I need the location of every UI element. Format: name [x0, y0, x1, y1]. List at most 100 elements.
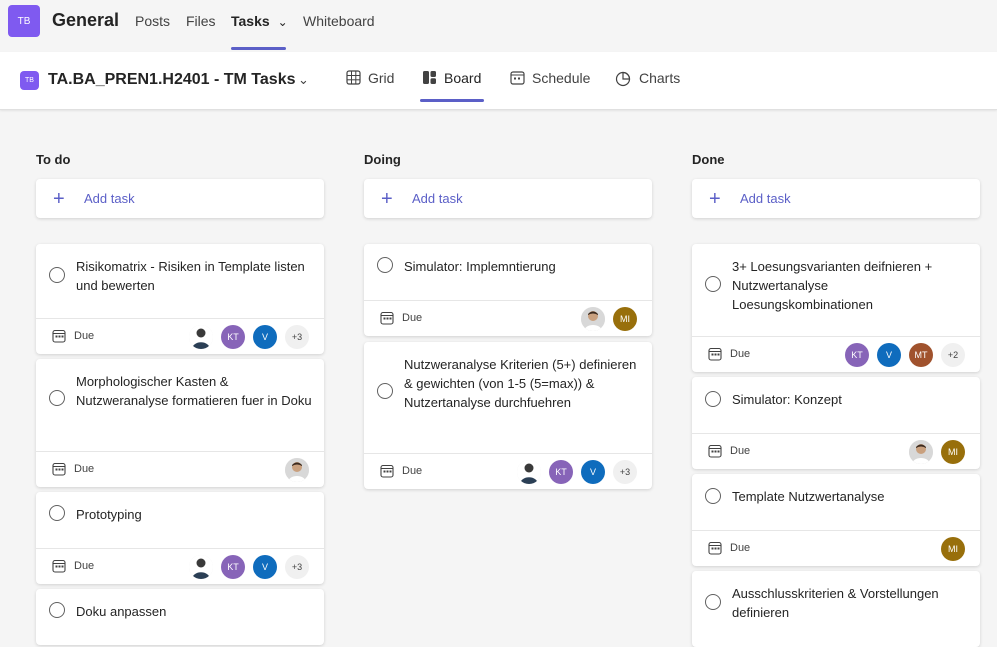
task-card[interactable]: Nutzweranalyse Kriterien (5+) definieren… — [364, 342, 652, 489]
add-task-button[interactable]: + Add task — [692, 179, 980, 218]
tab-tasks-label: Tasks — [231, 13, 270, 29]
task-card[interactable]: Simulator: Konzept Due MI — [692, 377, 980, 469]
tab-posts[interactable]: Posts — [135, 13, 170, 29]
more-assignees-badge[interactable]: +3 — [285, 325, 309, 349]
column-title-doing: Doing — [364, 152, 401, 167]
avatar[interactable]: MI — [613, 307, 637, 331]
due-label: Due — [74, 330, 95, 342]
chevron-down-icon: ⌄ — [277, 15, 288, 29]
avatar[interactable]: KT — [845, 343, 869, 367]
complete-task-checkbox[interactable] — [377, 383, 393, 399]
avatar[interactable]: KT — [221, 555, 245, 579]
avatar[interactable]: V — [253, 555, 277, 579]
column-title-done: Done — [692, 152, 725, 167]
tab-tasks[interactable]: Tasks ⌄ — [231, 13, 288, 29]
complete-task-checkbox[interactable] — [705, 594, 721, 610]
task-card[interactable]: Doku anpassen — [36, 589, 324, 645]
grid-icon — [346, 70, 361, 85]
team-avatar[interactable]: TB — [8, 5, 40, 37]
due-label: Due — [730, 348, 751, 360]
complete-task-checkbox[interactable] — [705, 488, 721, 504]
avatar[interactable] — [909, 440, 933, 464]
avatar[interactable]: MT — [909, 343, 933, 367]
avatar[interactable] — [581, 307, 605, 331]
calendar-icon — [708, 347, 722, 361]
avatar[interactable]: V — [581, 460, 605, 484]
complete-task-checkbox[interactable] — [49, 390, 65, 406]
view-tab-label: Charts — [639, 70, 681, 86]
add-task-button[interactable]: + Add task — [36, 179, 324, 218]
avatar[interactable] — [517, 460, 541, 484]
view-tab-charts[interactable]: Charts — [615, 70, 680, 102]
complete-task-checkbox[interactable] — [705, 391, 721, 407]
task-title: Morphologischer Kasten & Nutzweranalyse … — [76, 374, 312, 408]
plan-icon: TB — [20, 71, 39, 90]
due-label: Due — [402, 465, 423, 477]
tab-files[interactable]: Files — [186, 13, 216, 29]
add-task-label: Add task — [84, 191, 135, 206]
view-tab-grid[interactable]: Grid — [346, 70, 394, 102]
calendar-icon — [708, 444, 722, 458]
due-label: Due — [402, 312, 423, 324]
plus-icon: + — [381, 187, 393, 210]
complete-task-checkbox[interactable] — [49, 267, 65, 283]
task-title: Nutzweranalyse Kriterien (5+) definieren… — [404, 357, 637, 410]
due-label: Due — [74, 463, 95, 475]
tab-whiteboard[interactable]: Whiteboard — [303, 13, 375, 29]
plan-header: TB TA.BA_PREN1.H2401 - TM Tasks ⌄ Grid B… — [0, 52, 997, 110]
plan-title[interactable]: TA.BA_PREN1.H2401 - TM Tasks — [48, 71, 295, 89]
avatar[interactable]: V — [877, 343, 901, 367]
view-tab-label: Schedule — [532, 70, 591, 86]
due-label: Due — [74, 560, 95, 572]
complete-task-checkbox[interactable] — [705, 276, 721, 292]
task-footer: Due KT V +3 — [36, 318, 324, 354]
task-card[interactable]: Risikomatrix - Risiken in Template liste… — [36, 244, 324, 354]
complete-task-checkbox[interactable] — [377, 257, 393, 273]
view-tab-schedule[interactable]: Schedule — [510, 70, 590, 102]
avatar[interactable]: V — [253, 325, 277, 349]
task-card[interactable]: Ausschlusskriterien & Vorstellungen defi… — [692, 571, 980, 647]
avatar[interactable]: MI — [941, 537, 965, 561]
task-footer: Due MI — [364, 300, 652, 336]
task-title: Ausschlusskriterien & Vorstellungen defi… — [732, 586, 939, 620]
task-footer: Due — [36, 451, 324, 487]
plus-icon: + — [53, 187, 65, 210]
task-footer: Due KT V +3 — [36, 548, 324, 584]
avatar[interactable]: KT — [221, 325, 245, 349]
add-task-button[interactable]: + Add task — [364, 179, 652, 218]
avatar[interactable] — [189, 325, 213, 349]
task-title: Risikomatrix - Risiken in Template liste… — [76, 259, 305, 293]
task-card[interactable]: 3+ Loesungsvarianten deifnieren + Nutzwe… — [692, 244, 980, 372]
task-card[interactable]: Prototyping Due KT V +3 — [36, 492, 324, 584]
complete-task-checkbox[interactable] — [49, 602, 65, 618]
calendar-icon — [52, 462, 66, 476]
task-title: Prototyping — [76, 507, 142, 522]
add-task-label: Add task — [412, 191, 463, 206]
task-card[interactable]: Template Nutzwertanalyse Due MI — [692, 474, 980, 566]
task-title: 3+ Loesungsvarianten deifnieren + Nutzwe… — [732, 259, 933, 312]
more-assignees-badge[interactable]: +3 — [285, 555, 309, 579]
add-task-label: Add task — [740, 191, 791, 206]
task-title: Simulator: Implemntierung — [404, 259, 556, 274]
more-assignees-badge[interactable]: +2 — [941, 343, 965, 367]
view-tab-board[interactable]: Board — [422, 70, 481, 102]
avatar[interactable] — [285, 458, 309, 482]
more-assignees-badge[interactable]: +3 — [613, 460, 637, 484]
task-card[interactable]: Morphologischer Kasten & Nutzweranalyse … — [36, 359, 324, 487]
due-label: Due — [730, 542, 751, 554]
calendar-icon — [380, 464, 394, 478]
task-footer: Due KT V MT +2 — [692, 336, 980, 372]
task-footer: Due MI — [692, 530, 980, 566]
view-tab-label: Board — [444, 70, 482, 86]
avatar[interactable]: MI — [941, 440, 965, 464]
calendar-icon — [510, 71, 525, 85]
task-card[interactable]: Simulator: Implemntierung Due MI — [364, 244, 652, 336]
column-title-todo: To do — [36, 152, 71, 167]
task-title: Template Nutzwertanalyse — [732, 489, 885, 504]
complete-task-checkbox[interactable] — [49, 505, 65, 521]
calendar-icon — [380, 311, 394, 325]
avatar[interactable]: KT — [549, 460, 573, 484]
avatar[interactable] — [189, 555, 213, 579]
view-active-indicator — [420, 99, 484, 102]
chevron-down-icon[interactable]: ⌄ — [298, 72, 309, 88]
